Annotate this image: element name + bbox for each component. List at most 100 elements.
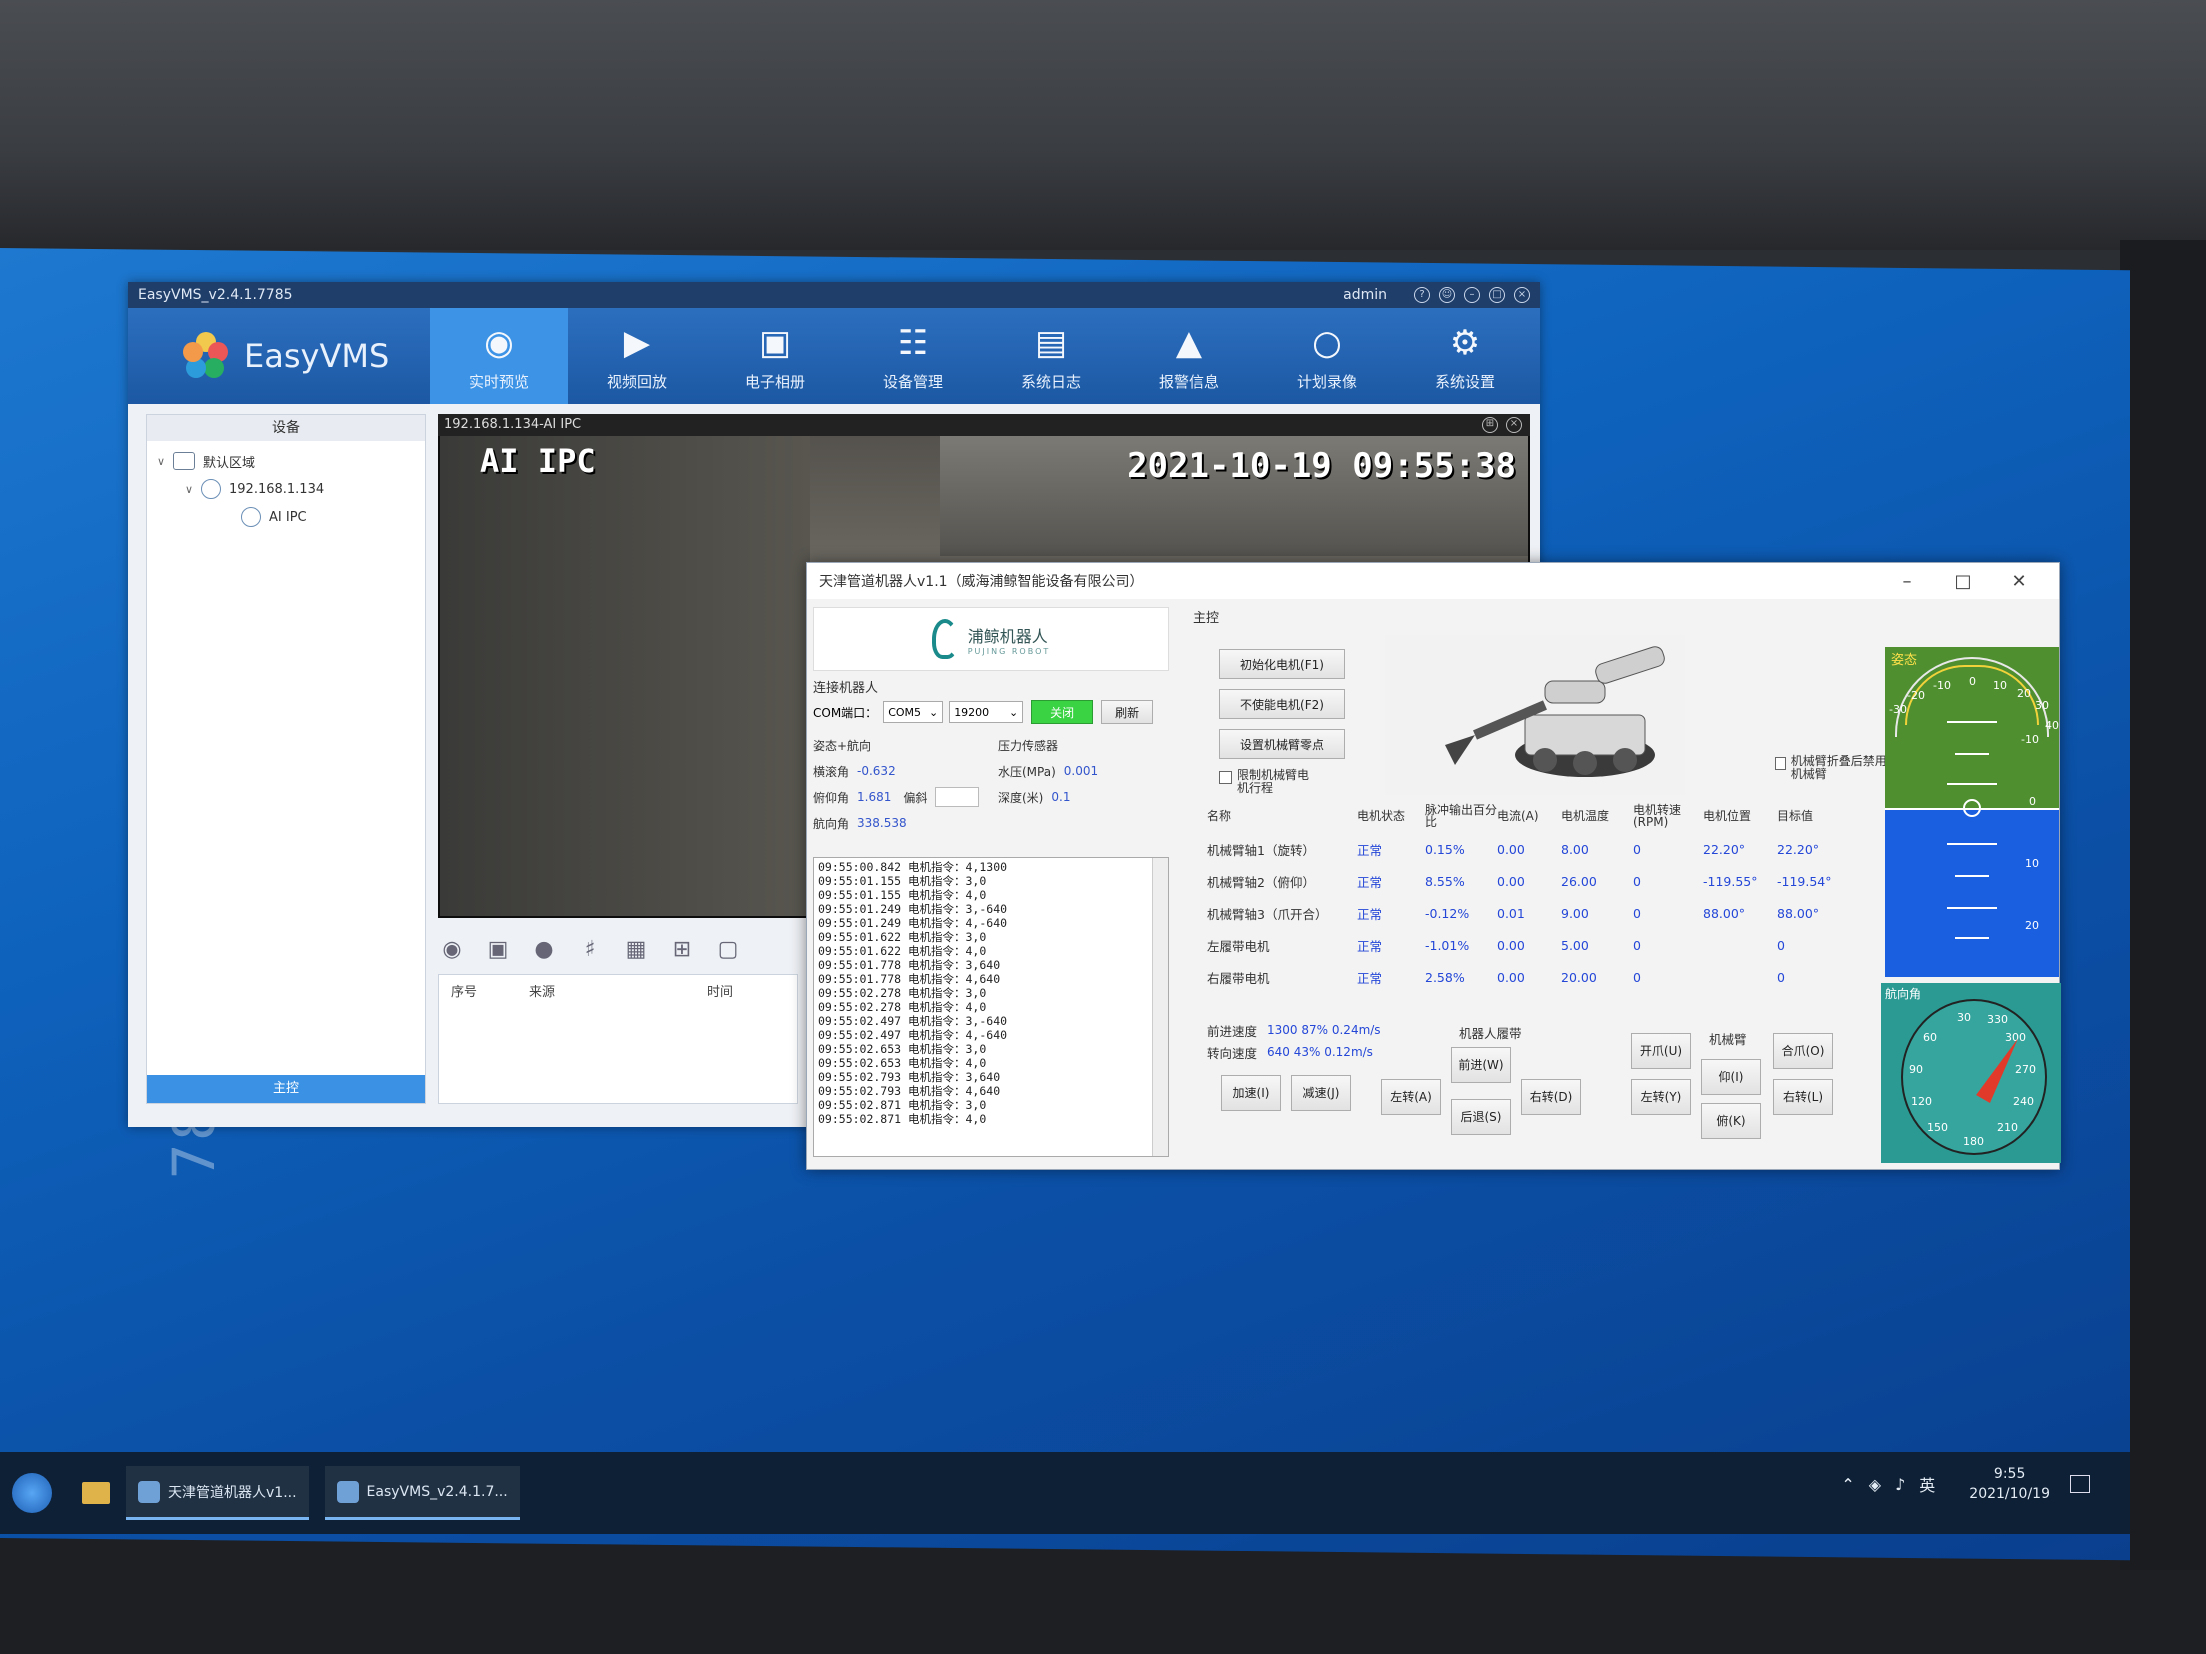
taskbar-easyvms-app[interactable]: EasyVMS_v2.4.1.7... bbox=[324, 1466, 520, 1520]
log-line: 09:55:01.622 电机指令：4,0 bbox=[818, 944, 987, 958]
grid-icon[interactable]: ⊞ bbox=[1482, 417, 1498, 433]
snapshot-icon[interactable]: ▣ bbox=[484, 937, 512, 963]
table-cell: 正常 bbox=[1357, 938, 1383, 954]
decelerate-button[interactable]: 减速(J) bbox=[1291, 1075, 1351, 1111]
notification-icon[interactable] bbox=[2070, 1475, 2090, 1493]
close-connection-button[interactable]: 关闭 bbox=[1031, 700, 1094, 724]
accelerate-button[interactable]: 加速(I) bbox=[1221, 1075, 1281, 1111]
tree-node-camera[interactable]: AI IPC bbox=[157, 503, 415, 531]
webcam-icon: ◉ bbox=[484, 322, 514, 363]
pitch-row: 俯仰角 1.681 偏斜 bbox=[813, 784, 984, 810]
minimize-icon[interactable]: – bbox=[1879, 571, 1935, 592]
nav-device-management[interactable]: ☷ 设备管理 bbox=[844, 308, 982, 404]
track-left-button[interactable]: 左转(A) bbox=[1381, 1079, 1441, 1115]
attitude-ground bbox=[1885, 809, 2059, 977]
volume-icon[interactable]: ♪ bbox=[1895, 1475, 1905, 1494]
log-lines: 09:55:00.842 电机指令：4,1300 09:55:01.155 电机指… bbox=[818, 860, 1164, 1126]
minimize-icon[interactable]: – bbox=[1464, 287, 1480, 303]
close-claw-button[interactable]: 合爪(O) bbox=[1773, 1033, 1833, 1069]
nav-alarm[interactable]: ▲ 报警信息 bbox=[1120, 308, 1258, 404]
table-cell: 9.00 bbox=[1561, 905, 1589, 921]
baud-rate-select[interactable]: 19200 ⌄ bbox=[949, 701, 1024, 723]
osd-title: AI IPC bbox=[480, 442, 596, 480]
arm-up-button[interactable]: 仰(I) bbox=[1701, 1059, 1761, 1095]
maximize-icon[interactable]: □ bbox=[1489, 287, 1505, 303]
tilt-input[interactable] bbox=[935, 787, 980, 807]
vms-titlebar: EasyVMS_v2.4.1.7785 admin ? ☺ – □ × bbox=[128, 282, 1540, 308]
log-scrollbar[interactable] bbox=[1152, 858, 1168, 1156]
taskbar-robot-app[interactable]: 天津管道机器人v1... bbox=[126, 1466, 309, 1520]
tree-node-default-area[interactable]: ∨ 默认区域 bbox=[157, 447, 415, 475]
file-explorer-icon[interactable] bbox=[82, 1482, 110, 1504]
log-line: 09:55:02.278 电机指令：4,0 bbox=[818, 1000, 987, 1014]
pitch-line bbox=[1947, 907, 1997, 909]
nav-system-log[interactable]: ▤ 系统日志 bbox=[982, 308, 1120, 404]
tree-node-ip[interactable]: ∨ 192.168.1.134 bbox=[157, 475, 415, 503]
table-cell: 88.00° bbox=[1703, 905, 1746, 921]
track-right-button[interactable]: 右转(D) bbox=[1521, 1079, 1581, 1115]
motor-command-log[interactable]: 09:55:00.842 电机指令：4,1300 09:55:01.155 电机指… bbox=[813, 857, 1169, 1157]
network-icon[interactable]: ◈ bbox=[1869, 1475, 1881, 1494]
robot-window-title: 天津管道机器人v1.1（威海浦鲸智能设备有限公司） bbox=[819, 574, 1144, 590]
ime-indicator[interactable]: 英 bbox=[1919, 1472, 1935, 1496]
arm-left-button[interactable]: 左转(Y) bbox=[1631, 1079, 1691, 1115]
start-button[interactable] bbox=[12, 1473, 52, 1513]
help-icon[interactable]: ? bbox=[1414, 287, 1430, 303]
robot-app-icon bbox=[138, 1480, 160, 1503]
pitch-tick: 10 bbox=[2025, 857, 2039, 870]
log-line: 09:55:02.653 电机指令：4,0 bbox=[818, 1056, 987, 1070]
compass-label: 航向角 bbox=[1885, 987, 1922, 1001]
grid-1-icon[interactable]: ▦ bbox=[622, 937, 650, 963]
maximize-icon[interactable]: □ bbox=[1935, 571, 1991, 592]
device-panel-footer[interactable]: 主控 bbox=[147, 1075, 425, 1103]
com-port-select[interactable]: COM5 ⌄ bbox=[883, 701, 944, 723]
nav-playback[interactable]: ▶ 视频回放 bbox=[568, 308, 706, 404]
chevron-down-icon[interactable]: ∨ bbox=[157, 455, 173, 468]
image-icon: ▣ bbox=[758, 322, 792, 363]
track-forward-button[interactable]: 前进(W) bbox=[1451, 1047, 1511, 1083]
mute-icon[interactable]: ♯ bbox=[576, 937, 604, 963]
user-name[interactable]: admin bbox=[1343, 287, 1387, 303]
table-cell: 0.00 bbox=[1497, 841, 1525, 857]
refresh-button[interactable]: 刷新 bbox=[1101, 700, 1154, 724]
fold-disable-arm-checkbox[interactable]: 机械臂折叠后禁用机械臂 bbox=[1775, 755, 1895, 781]
pitch-value: 1.681 bbox=[857, 790, 892, 804]
checkbox-box[interactable] bbox=[1219, 771, 1232, 784]
grid-4-icon[interactable]: ⊞ bbox=[668, 937, 696, 963]
disable-motor-button[interactable]: 不使能电机(F2) bbox=[1219, 689, 1345, 719]
close-icon[interactable]: × bbox=[1514, 287, 1530, 303]
event-list-header: 序号 来源 时间 bbox=[439, 975, 797, 1006]
log-line: 09:55:01.155 电机指令：4,0 bbox=[818, 888, 987, 902]
chevron-down-icon[interactable]: ∨ bbox=[185, 483, 201, 496]
robot-control-window: 天津管道机器人v1.1（威海浦鲸智能设备有限公司） – □ ✕ 浦鲸机器人 PU… bbox=[806, 562, 2061, 1170]
nav-album[interactable]: ▣ 电子相册 bbox=[706, 308, 844, 404]
tab-main-control[interactable]: 主控 bbox=[1193, 607, 1219, 626]
close-video-icon[interactable]: × bbox=[1506, 417, 1522, 433]
close-icon[interactable]: ✕ bbox=[1991, 571, 2047, 592]
table-cell: 机械臂轴3（爪开合） bbox=[1207, 906, 1328, 922]
pitch-tick: 0 bbox=[2029, 795, 2036, 808]
clock[interactable]: 9:55 2021/10/19 bbox=[1969, 1464, 2050, 1504]
nav-scheduled-recording[interactable]: ○ 计划录像 bbox=[1258, 308, 1396, 404]
fullscreen-icon[interactable]: ▢ bbox=[714, 937, 742, 963]
chevron-up-icon[interactable]: ⌃ bbox=[1841, 1475, 1854, 1494]
stop-icon[interactable]: ◉ bbox=[438, 937, 466, 963]
roll-value: -0.632 bbox=[857, 764, 896, 778]
robot-illustration bbox=[1385, 635, 1685, 795]
init-motor-button[interactable]: 初始化电机(F1) bbox=[1219, 649, 1345, 679]
arm-down-button[interactable]: 俯(K) bbox=[1701, 1103, 1761, 1139]
arm-right-button[interactable]: 右转(L) bbox=[1773, 1079, 1833, 1115]
table-cell: 正常 bbox=[1357, 970, 1383, 986]
open-claw-button[interactable]: 开爪(U) bbox=[1631, 1033, 1691, 1069]
motor-table-header: 名称 电机状态 脉冲输出百分比 电流(A) 电机温度 电机转速(RPM) 电机位… bbox=[1207, 803, 1814, 829]
nav-live-preview[interactable]: ◉ 实时预览 bbox=[430, 308, 568, 404]
track-backward-button[interactable]: 后退(S) bbox=[1451, 1099, 1511, 1135]
nav-settings[interactable]: ⚙ 系统设置 bbox=[1396, 308, 1534, 404]
limit-arm-travel-checkbox[interactable]: 限制机械臂电机行程 bbox=[1219, 769, 1349, 795]
table-cell: 5.00 bbox=[1561, 937, 1589, 953]
checkbox-box[interactable] bbox=[1775, 757, 1786, 770]
set-arm-zero-button[interactable]: 设置机械臂零点 bbox=[1219, 729, 1345, 759]
depth-value: 0.1 bbox=[1051, 790, 1071, 804]
record-icon[interactable]: ● bbox=[530, 937, 558, 963]
user-icon[interactable]: ☺ bbox=[1439, 287, 1455, 303]
